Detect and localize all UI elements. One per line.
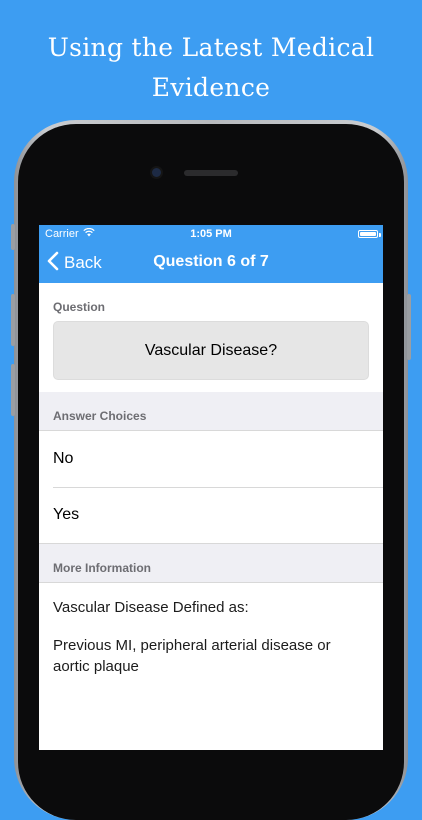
more-information-header: More Information bbox=[53, 561, 151, 575]
question-section: Question Vascular Disease? bbox=[39, 283, 383, 392]
mute-switch bbox=[11, 224, 15, 250]
nav-title: Question 6 of 7 bbox=[153, 253, 269, 270]
promo-headline-line-2: Evidence bbox=[151, 73, 271, 102]
status-time: 1:05 PM bbox=[190, 228, 232, 240]
question-section-header: Question bbox=[53, 300, 106, 314]
answer-choice-yes[interactable]: Yes bbox=[39, 487, 383, 543]
earpiece-speaker bbox=[184, 170, 238, 176]
answer-choices-header: Answer Choices bbox=[53, 409, 147, 423]
more-information-body: Vascular Disease Defined as: Previous MI… bbox=[39, 582, 383, 750]
navigation-bar: Back Question 6 of 7 bbox=[39, 243, 383, 283]
question-text-box: Vascular Disease? bbox=[53, 321, 369, 380]
phone-screen: Carrier 1:05 PM Back Question 6 of 7 Que… bbox=[39, 225, 383, 750]
battery-icon bbox=[358, 230, 378, 238]
status-bar: Carrier 1:05 PM bbox=[39, 225, 383, 243]
more-information-line: Vascular Disease Defined as: bbox=[53, 599, 249, 616]
answer-choices-list: No Yes bbox=[39, 430, 383, 544]
power-button bbox=[407, 294, 411, 360]
answer-choice-no[interactable]: No bbox=[39, 431, 383, 487]
volume-down-button bbox=[11, 364, 15, 416]
volume-up-button bbox=[11, 294, 15, 346]
promo-headline-line-1: Using the Latest Medical bbox=[47, 33, 375, 62]
front-camera bbox=[152, 168, 161, 177]
content-area: Question Vascular Disease? Answer Choice… bbox=[39, 283, 383, 750]
battery-tip bbox=[379, 233, 381, 237]
promo-headline: Using the Latest Medical Evidence bbox=[0, 28, 422, 108]
battery-level bbox=[360, 232, 376, 236]
more-information-line: Previous MI, peripheral arterial disease… bbox=[53, 637, 331, 675]
